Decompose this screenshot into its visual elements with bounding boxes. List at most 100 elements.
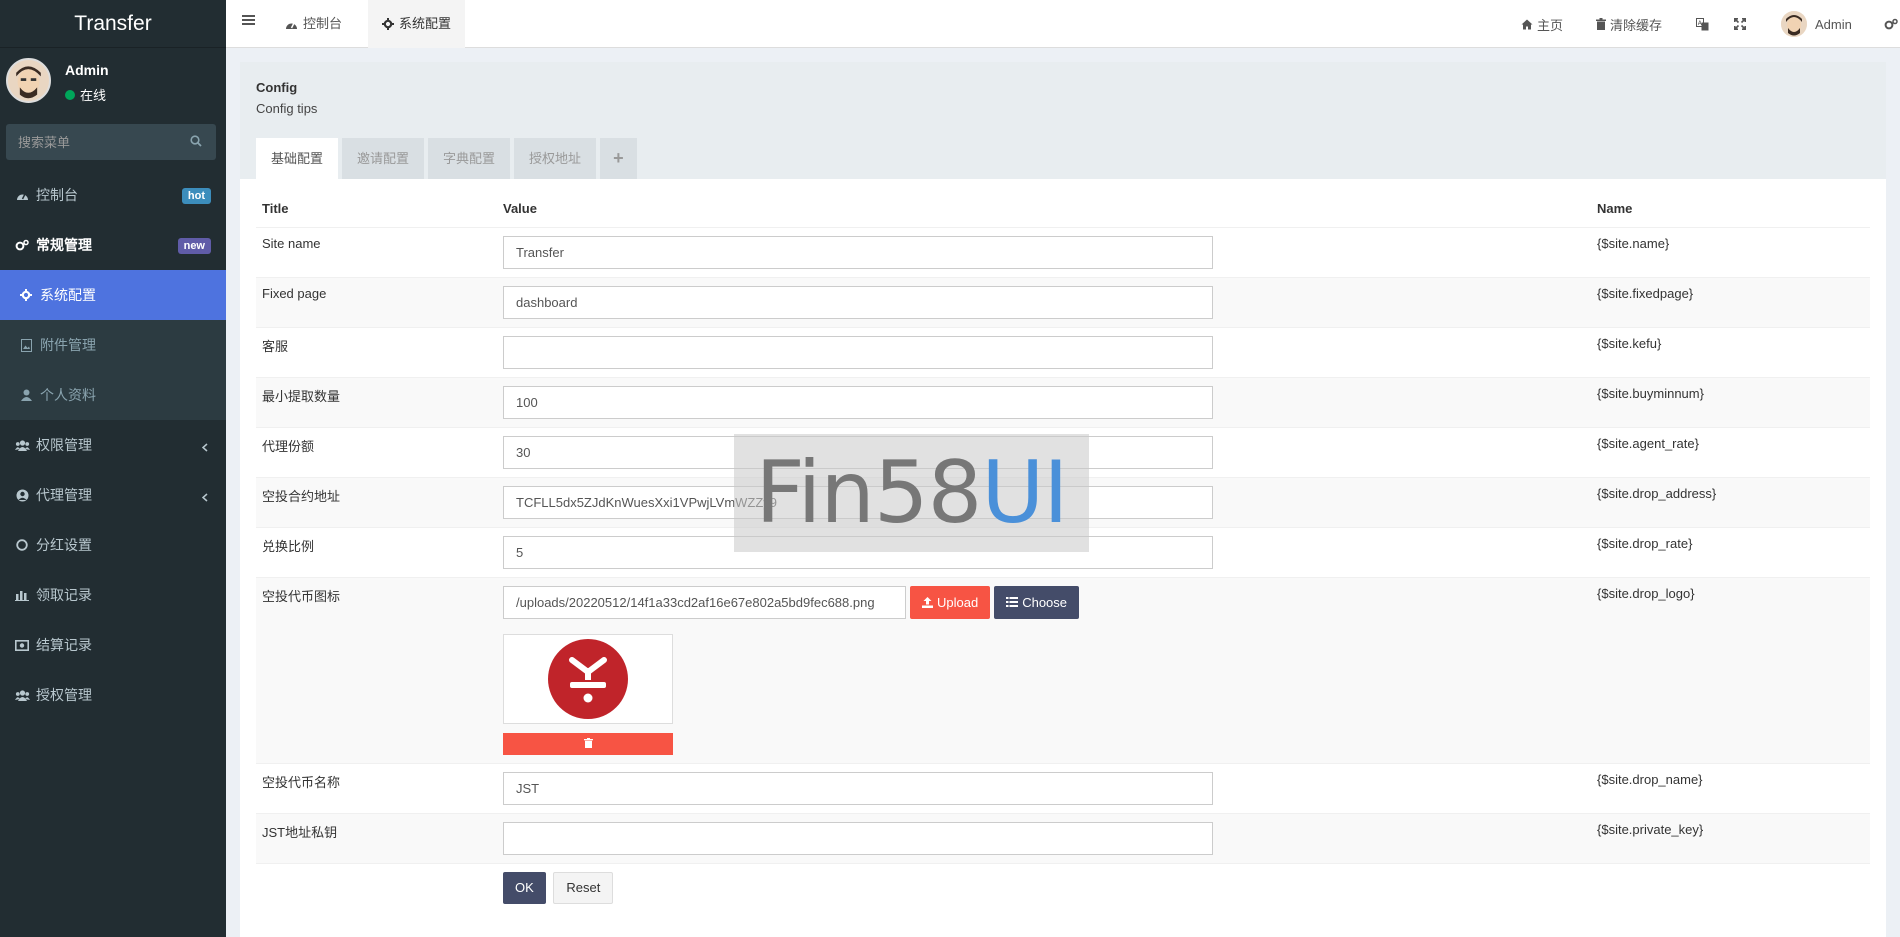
sidebar-item-dashboard[interactable]: 控制台 hot: [0, 170, 226, 220]
sidebar-item-attachments[interactable]: 附件管理: [0, 320, 226, 370]
choose-button[interactable]: Choose: [994, 585, 1080, 619]
tab-label: 系统配置: [399, 16, 452, 31]
panel-heading: Config Config tips 基础配置 邀请配置 字典配置 授权地址 +: [240, 62, 1886, 179]
column-header-name: Name: [1597, 200, 1633, 216]
header-clear-cache[interactable]: 清除缓存: [1596, 0, 1662, 48]
row-variable: {$site.buyminnum}: [1591, 376, 1870, 427]
min-withdraw-input[interactable]: [503, 385, 1213, 419]
brand-logo[interactable]: Transfer: [0, 0, 226, 48]
sidebar-item-label: 结算记录: [36, 637, 92, 653]
search-icon[interactable]: [190, 135, 202, 150]
tab-label: 控制台: [303, 16, 343, 31]
column-header-value: Value: [503, 200, 537, 216]
header-username: Admin: [1815, 16, 1852, 32]
online-dot-icon: [65, 89, 75, 100]
user-name: Admin: [65, 62, 109, 78]
chevron-left-icon: [201, 439, 208, 455]
sidebar-item-label: 个人资料: [40, 387, 96, 403]
tab-basic-config[interactable]: 基础配置: [256, 138, 339, 179]
upload-row: Upload Choose: [503, 585, 1585, 619]
sidebar-search: [6, 124, 216, 160]
row-variable: {$site.agent_rate}: [1591, 426, 1870, 477]
sidebar-item-settlement[interactable]: 结算记录: [0, 620, 226, 670]
tab-system-config[interactable]: 系统配置: [368, 0, 466, 48]
sidebar-item-dividend[interactable]: 分红设置: [0, 520, 226, 570]
sidebar-item-authorization[interactable]: 授权管理: [0, 670, 226, 720]
users-icon: [14, 439, 30, 451]
new-badge: new: [177, 238, 211, 254]
hot-badge: hot: [181, 188, 211, 204]
drop-logo-input[interactable]: [503, 585, 906, 619]
table-row: JST地址私钥 {$site.private_key}: [256, 812, 1870, 863]
sidebar-item-system-config[interactable]: 系统配置: [0, 270, 226, 320]
page-title: Config: [256, 80, 298, 95]
sidebar-item-label: 控制台: [36, 187, 78, 203]
language-switch-icon[interactable]: A: [1696, 0, 1709, 48]
tab-dictionary-config[interactable]: 字典配置: [428, 138, 511, 179]
sidebar-item-agents[interactable]: 代理管理: [0, 470, 226, 520]
sidebar-item-permissions[interactable]: 权限管理: [0, 420, 226, 470]
kefu-input[interactable]: [503, 335, 1213, 369]
cogs-icon: [14, 239, 30, 251]
user-panel: Admin 在线: [0, 48, 226, 118]
sidebar-item-profile[interactable]: 个人资料: [0, 370, 226, 420]
form-actions-row: OK Reset: [256, 862, 1870, 912]
sidebar-item-label: 领取记录: [36, 587, 92, 603]
watermark-text-accent: UI: [981, 443, 1068, 543]
row-title: 客服: [256, 326, 497, 377]
table-row: 最小提取数量 {$site.buyminnum}: [256, 376, 1870, 427]
sidebar-item-general[interactable]: 常规管理 new: [0, 220, 226, 270]
row-variable: {$site.fixedpage}: [1591, 276, 1870, 327]
reset-button[interactable]: Reset: [553, 871, 614, 904]
sidebar-item-label: 权限管理: [36, 437, 92, 453]
status-label: 在线: [80, 88, 107, 103]
list-icon: [1006, 597, 1019, 607]
fullscreen-icon[interactable]: [1734, 0, 1746, 48]
image-file-icon: [18, 338, 34, 352]
row-variable: {$site.private_key}: [1591, 812, 1870, 863]
menu-toggle-icon[interactable]: [242, 14, 255, 29]
gear-icon: [18, 289, 34, 301]
sidebar-item-label: 系统配置: [40, 287, 96, 303]
jst-token-logo-icon: [548, 638, 628, 719]
sidebar-item-label: 代理管理: [36, 487, 92, 503]
settings-icon[interactable]: [1884, 0, 1898, 48]
sidebar: Transfer Admin 在线 控制台 hot 常规管理 new 系统配置: [0, 0, 226, 937]
watermark-text: Fin58: [755, 443, 982, 543]
sidebar-item-label: 常规管理: [36, 237, 92, 253]
table-row: Fixed page {$site.fixedpage}: [256, 276, 1870, 327]
ok-button[interactable]: OK: [503, 871, 546, 904]
fixed-page-input[interactable]: [503, 285, 1213, 319]
bar-chart-icon: [14, 589, 30, 601]
row-title: 空投代币图标: [256, 576, 497, 763]
add-tab-button[interactable]: +: [600, 138, 637, 179]
submenu-general: 系统配置 附件管理 个人资料: [0, 270, 226, 420]
table-row: 空投代币名称 {$site.drop_name}: [256, 762, 1870, 813]
row-variable: {$site.drop_address}: [1591, 476, 1870, 527]
header-home[interactable]: 主页: [1521, 0, 1563, 48]
header-user-menu[interactable]: Admin: [1781, 0, 1852, 48]
row-title: 兑换比例: [256, 526, 497, 577]
money-icon: [14, 639, 30, 651]
sidebar-item-label: 附件管理: [40, 337, 96, 353]
private-key-input[interactable]: [503, 821, 1213, 855]
dashboard-icon: [14, 190, 30, 201]
drop-name-input[interactable]: [503, 771, 1213, 805]
home-label: 主页: [1537, 17, 1564, 33]
sidebar-search-input[interactable]: [6, 124, 216, 160]
avatar: [6, 58, 51, 103]
sidebar-item-claim-records[interactable]: 领取记录: [0, 570, 226, 620]
tab-auth-address[interactable]: 授权地址: [514, 138, 597, 179]
upload-button[interactable]: Upload: [910, 585, 991, 619]
delete-image-button[interactable]: [503, 732, 673, 755]
row-variable: {$site.name}: [1591, 226, 1870, 277]
table-row: Site name {$site.name}: [256, 226, 1870, 277]
user-circle-icon: [14, 489, 30, 502]
watermark: Fin58 UI: [734, 434, 1089, 552]
page-tips: Config tips: [256, 101, 318, 116]
tab-dashboard[interactable]: 控制台: [271, 0, 356, 48]
site-name-input[interactable]: [503, 235, 1213, 269]
choose-label: Choose: [1022, 594, 1068, 610]
row-title: 空投合约地址: [256, 476, 497, 527]
tab-invite-config[interactable]: 邀请配置: [342, 138, 425, 179]
